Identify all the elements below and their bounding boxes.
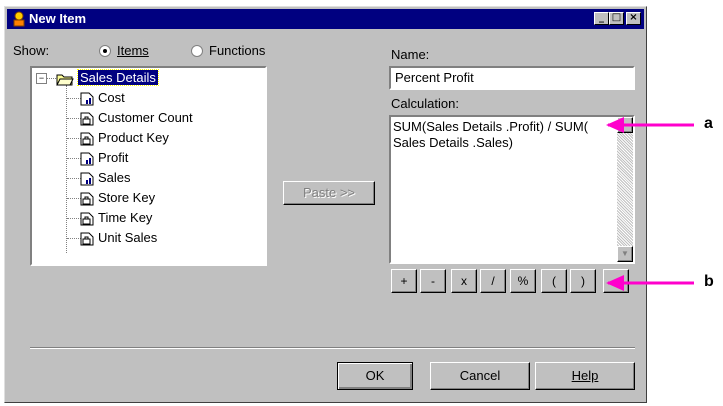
tree-item-time-key[interactable]: Time Key	[80, 209, 152, 227]
tree-item-customer-count[interactable]: Customer Count	[80, 109, 193, 127]
new-item-dialog: New Item _ □ × Show: Items Functions − S…	[4, 6, 647, 403]
items-radio[interactable]	[99, 45, 111, 57]
operator-extra-button[interactable]	[603, 269, 629, 293]
close-button[interactable]: ×	[626, 12, 641, 25]
tree-item-label: Customer Count	[98, 110, 193, 125]
tree-item-label: Unit Sales	[98, 230, 158, 245]
tree-item-unit-sales[interactable]: Unit Sales	[80, 229, 157, 247]
callout-a-label: a	[704, 115, 713, 132]
tree-item-product-key[interactable]: Product Key	[80, 129, 169, 147]
operator-multiply-button[interactable]: x	[451, 269, 477, 293]
maximize-button[interactable]: □	[609, 12, 624, 25]
calculation-field[interactable]: SUM(Sales Details .Profit) / SUM( Sales …	[389, 115, 635, 264]
key-icon	[80, 132, 94, 146]
tree-item-sales[interactable]: Sales	[80, 169, 131, 187]
minimize-button[interactable]: _	[594, 12, 609, 25]
operator-divide-button[interactable]: /	[480, 269, 506, 293]
tree-item-label: Sales	[98, 170, 131, 185]
show-label: Show:	[13, 43, 50, 58]
measure-icon	[80, 152, 94, 166]
tree-item-label: Cost	[98, 90, 125, 105]
name-label: Name:	[391, 47, 430, 62]
operator-close-paren-button[interactable]: )	[570, 269, 596, 293]
separator	[30, 347, 635, 349]
tree-item-label: Time Key	[98, 210, 153, 225]
window-title: New Item	[29, 11, 87, 26]
functions-radio[interactable]	[191, 45, 203, 57]
measure-icon	[80, 92, 94, 106]
key-icon	[80, 192, 94, 206]
items-tree[interactable]: − Sales Details Cost Customer Count Prod	[30, 66, 267, 266]
paste-button[interactable]: Paste >>	[283, 181, 375, 205]
calculation-scrollbar[interactable]: ▼	[617, 117, 633, 262]
key-icon	[80, 232, 94, 246]
help-button[interactable]: Help	[535, 362, 635, 390]
tree-item-label: Store Key	[98, 190, 156, 205]
scroll-down-arrow-icon[interactable]: ▼	[617, 246, 633, 262]
operator-percent-button[interactable]: %	[510, 269, 536, 293]
calculation-text: SUM(Sales Details .Profit) / SUM( Sales …	[393, 119, 589, 150]
tree-item-label: Profit	[98, 150, 129, 165]
calculation-label: Calculation:	[391, 96, 459, 111]
operator-plus-button[interactable]: +	[391, 269, 417, 293]
scroll-up-arrow-icon[interactable]	[617, 117, 633, 133]
tree-item-store-key[interactable]: Store Key	[80, 189, 155, 207]
name-field[interactable]: Percent Profit	[389, 66, 635, 90]
operator-minus-button[interactable]: -	[420, 269, 446, 293]
tree-item-label: Product Key	[98, 130, 169, 145]
operator-open-paren-button[interactable]: (	[541, 269, 567, 293]
folder-open-icon	[56, 74, 74, 86]
key-icon	[80, 112, 94, 126]
tree-item-profit[interactable]: Profit	[80, 149, 128, 167]
app-icon	[13, 11, 25, 27]
items-radio-label[interactable]: Items	[117, 43, 149, 58]
cancel-button[interactable]: Cancel	[430, 362, 530, 390]
functions-radio-label[interactable]: Functions	[209, 43, 265, 58]
operator-toolbar: + - x / % ( )	[389, 269, 635, 295]
tree-root-item[interactable]: Sales Details	[56, 69, 159, 87]
callout-b-label: b	[704, 273, 714, 290]
tree-root-label: Sales Details	[77, 69, 159, 86]
title-bar[interactable]: New Item _ □ ×	[7, 9, 644, 29]
ok-button[interactable]: OK	[337, 362, 413, 390]
measure-icon	[80, 172, 94, 186]
key-icon	[80, 212, 94, 226]
tree-item-cost[interactable]: Cost	[80, 89, 125, 107]
